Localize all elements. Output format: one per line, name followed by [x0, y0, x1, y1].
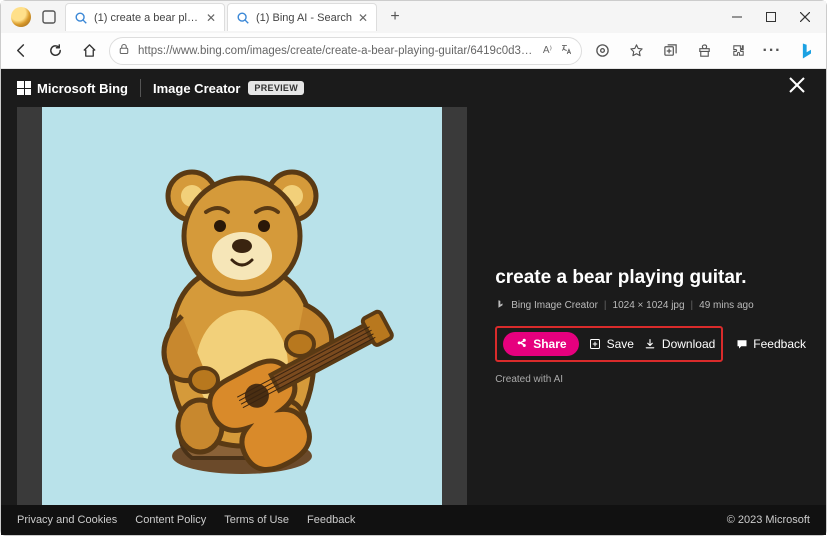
action-row: Share Save Download Feedback: [495, 326, 806, 362]
generated-image[interactable]: [42, 107, 442, 505]
preview-badge: PREVIEW: [248, 81, 304, 95]
download-button[interactable]: Download: [644, 337, 715, 351]
browser-tab-0[interactable]: (1) create a bear playing guitar - ✕: [65, 3, 225, 31]
window-titlebar: (1) create a bear playing guitar - ✕ (1)…: [1, 1, 826, 33]
home-button[interactable]: [75, 37, 103, 65]
window-close-button[interactable]: [788, 3, 822, 31]
footer-copyright: © 2023 Microsoft: [727, 514, 810, 526]
bing-icon: [495, 299, 505, 312]
lock-icon: [118, 43, 130, 58]
save-label: Save: [607, 337, 634, 351]
brand-text: Microsoft Bing: [37, 81, 128, 96]
main-area: create a bear playing guitar. Bing Image…: [1, 107, 826, 505]
microsoft-logo-icon: [17, 81, 31, 95]
tracking-icon[interactable]: [588, 37, 616, 65]
refresh-button[interactable]: [41, 37, 69, 65]
feedback-label: Feedback: [753, 337, 806, 351]
footer-content-policy-link[interactable]: Content Policy: [135, 514, 206, 526]
bing-sidebar-icon[interactable]: [792, 37, 820, 65]
result-meta: Bing Image Creator | 1024 × 1024 jpg | 4…: [495, 299, 806, 312]
tab-label: (1) create a bear playing guitar -: [94, 12, 200, 24]
source-text: Bing Image Creator: [511, 300, 598, 311]
divider: [140, 79, 141, 97]
app-content: Microsoft Bing Image Creator PREVIEW: [1, 69, 826, 535]
footer-privacy-link[interactable]: Privacy and Cookies: [17, 514, 117, 526]
footer-terms-link[interactable]: Terms of Use: [224, 514, 289, 526]
dimensions-text: 1024 × 1024 jpg: [613, 300, 685, 311]
feedback-button[interactable]: Feedback: [735, 337, 806, 351]
search-icon: [236, 11, 250, 25]
prompt-text: create a bear playing guitar.: [495, 267, 806, 289]
ai-caption: Created with AI: [495, 374, 806, 385]
menu-icon[interactable]: ···: [758, 37, 786, 65]
ms-bing-logo[interactable]: Microsoft Bing: [17, 81, 128, 96]
download-icon: [644, 338, 657, 351]
close-tab-icon[interactable]: ✕: [206, 11, 216, 25]
read-aloud-icon[interactable]: A⁾: [543, 45, 552, 56]
close-tab-icon[interactable]: ✕: [358, 11, 368, 25]
result-details: create a bear playing guitar. Bing Image…: [467, 107, 826, 505]
favorites-icon[interactable]: [622, 37, 650, 65]
browser-tab-1[interactable]: (1) Bing AI - Search ✕: [227, 3, 377, 31]
browser-toolbar: https://www.bing.com/images/create/creat…: [1, 33, 826, 69]
address-bar[interactable]: https://www.bing.com/images/create/creat…: [109, 37, 582, 65]
translate-icon[interactable]: [560, 43, 573, 59]
url-text: https://www.bing.com/images/create/creat…: [138, 45, 537, 57]
save-icon: [589, 338, 602, 351]
app-header: Microsoft Bing Image Creator PREVIEW: [1, 69, 826, 107]
image-canvas: [17, 107, 467, 505]
rewards-icon[interactable]: [690, 37, 718, 65]
back-button[interactable]: [7, 37, 35, 65]
share-button[interactable]: Share: [503, 332, 578, 356]
close-overlay-button[interactable]: [784, 72, 810, 104]
footer: Privacy and Cookies Content Policy Terms…: [1, 505, 826, 535]
feedback-icon: [735, 338, 748, 351]
highlight-box: Share Save Download: [495, 326, 723, 362]
profile-avatar[interactable]: [11, 7, 31, 27]
tab-label: (1) Bing AI - Search: [256, 12, 352, 24]
search-icon: [74, 11, 88, 25]
download-label: Download: [662, 337, 715, 351]
share-label: Share: [533, 337, 566, 351]
age-text: 49 mins ago: [699, 300, 753, 311]
footer-feedback-link[interactable]: Feedback: [307, 514, 355, 526]
new-tab-button[interactable]: +: [383, 5, 407, 29]
window-minimize-button[interactable]: [720, 3, 754, 31]
extensions-icon[interactable]: [724, 37, 752, 65]
collections-icon[interactable]: [656, 37, 684, 65]
save-button[interactable]: Save: [589, 337, 634, 351]
product-title[interactable]: Image Creator: [153, 81, 240, 96]
window-maximize-button[interactable]: [754, 3, 788, 31]
share-icon: [515, 338, 528, 351]
tab-actions-icon[interactable]: [37, 5, 61, 29]
